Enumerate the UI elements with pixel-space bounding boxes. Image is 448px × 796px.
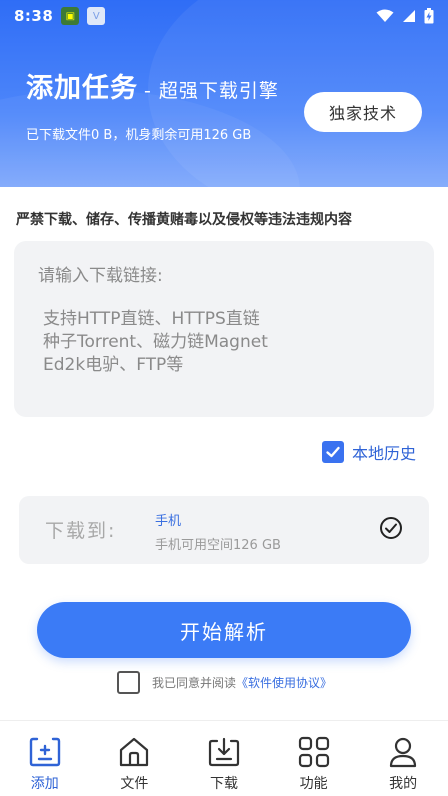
placeholder-line: 支持HTTP直链、HTTPS直链	[43, 309, 260, 329]
grid-icon	[298, 736, 329, 768]
local-history-toggle[interactable]: 本地历史	[322, 440, 416, 464]
page-title: 添加任务	[26, 73, 138, 104]
notification-app-icon: V	[87, 7, 106, 25]
notification-app-icon: ▣	[61, 7, 80, 25]
link-input-placeholder-title: 请输入下载链接:	[38, 266, 163, 286]
placeholder-line: Ed2k电驴、FTP等	[43, 355, 184, 375]
header: 8:38 ▣ V 添加任务 - 超强下载引擎 已下载文件0 B，机身剩余可用12…	[0, 0, 448, 187]
page-title-row: 添加任务 - 超强下载引擎	[26, 66, 279, 105]
destination-label: 下载到:	[45, 520, 117, 542]
status-bar: 8:38 ▣ V	[0, 0, 448, 32]
add-square-icon	[29, 737, 60, 767]
legal-warning: 严禁下载、储存、传播黄赌毒以及侵权等违法违规内容	[16, 212, 352, 228]
agreement-row: 我已同意并阅读《软件使用协议》	[117, 671, 332, 694]
nav-item-features[interactable]: 功能	[269, 721, 359, 796]
destination-device: 手机	[155, 514, 182, 529]
nav-item-files[interactable]: 文件	[90, 721, 180, 796]
user-icon	[390, 737, 417, 768]
destination-free-space: 手机可用空间126 GB	[155, 538, 281, 553]
placeholder-line: 种子Torrent、磁力链Magnet	[43, 332, 268, 352]
checkmark-icon	[326, 446, 340, 458]
nav-label: 下载	[209, 776, 238, 792]
battery-icon	[424, 8, 434, 24]
check-circle-icon	[380, 517, 402, 539]
nav-label: 文件	[120, 776, 149, 792]
agreement-prefix: 我已同意并阅读	[152, 676, 237, 690]
agreement-text: 我已同意并阅读《软件使用协议》	[152, 674, 332, 691]
nav-label: 功能	[299, 776, 328, 792]
history-checkbox[interactable]	[322, 441, 344, 463]
storage-stats: 已下载文件0 B，机身剩余可用126 GB	[26, 128, 252, 143]
link-input-placeholder-lines: 支持HTTP直链、HTTPS直链 种子Torrent、磁力链Magnet Ed2…	[38, 308, 410, 377]
download-destination-selector[interactable]: 下载到: 手机 手机可用空间126 GB	[19, 496, 429, 564]
nav-item-downloads[interactable]: 下载	[179, 721, 269, 796]
nav-item-profile[interactable]: 我的	[358, 721, 448, 796]
start-parse-button[interactable]: 开始解析	[37, 602, 411, 658]
exclusive-tech-button[interactable]: 独家技术	[304, 92, 422, 132]
wifi-icon	[376, 9, 394, 22]
signal-icon	[403, 10, 415, 22]
history-label: 本地历史	[352, 444, 417, 463]
nav-item-add[interactable]: 添加	[0, 721, 90, 796]
main-content: 严禁下载、储存、传播黄赌毒以及侵权等违法违规内容 请输入下载链接: 支持HTTP…	[0, 187, 448, 720]
bottom-nav: 添加 文件 下载 功能 我的	[0, 720, 448, 796]
agreement-link[interactable]: 《软件使用协议》	[236, 676, 332, 690]
download-link-input[interactable]: 请输入下载链接: 支持HTTP直链、HTTPS直链 种子Torrent、磁力链M…	[14, 241, 434, 417]
agreement-checkbox[interactable]	[117, 671, 140, 694]
home-icon	[120, 737, 149, 767]
nav-label: 我的	[389, 776, 418, 792]
nav-label: 添加	[30, 776, 59, 792]
page-subtitle: - 超强下载引擎	[144, 80, 279, 102]
download-tray-icon	[208, 737, 240, 767]
status-time: 8:38	[14, 7, 54, 25]
